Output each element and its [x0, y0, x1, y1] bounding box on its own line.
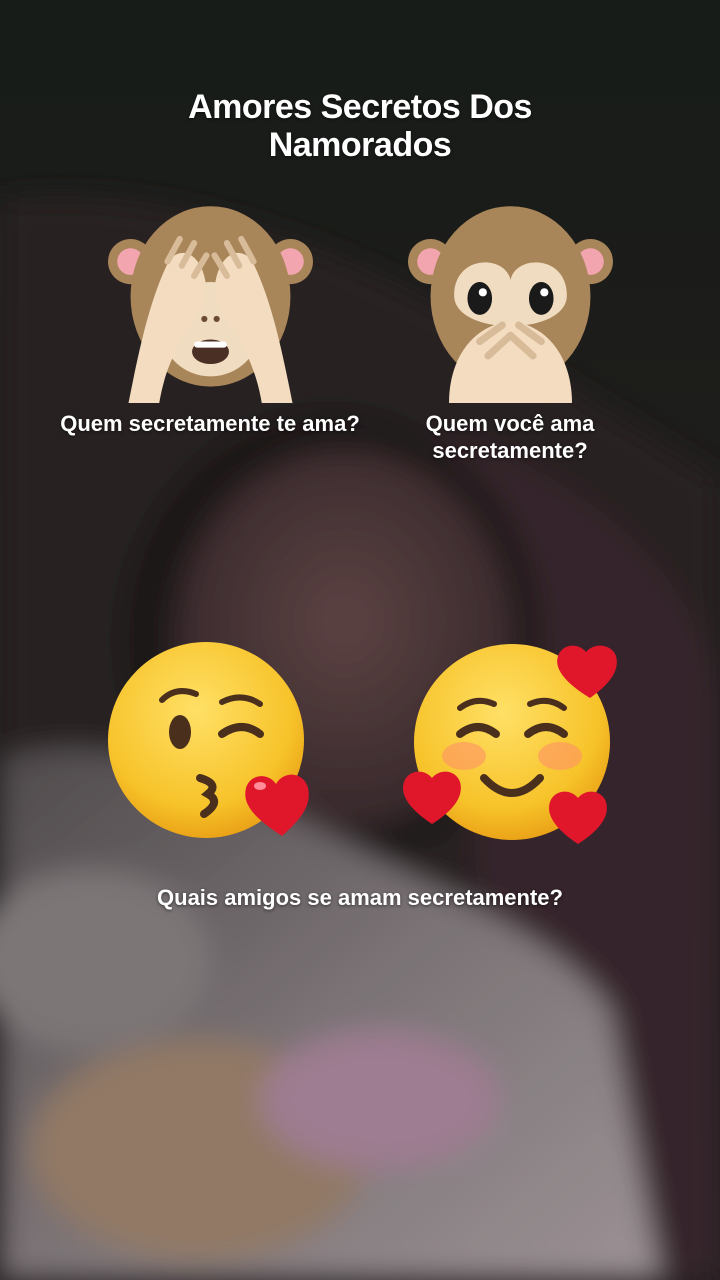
face-blowing-a-kiss-icon: [108, 642, 309, 838]
speak-no-evil-monkey-icon: [408, 206, 613, 403]
question-right-top: Quem você ama secretamente?: [425, 411, 595, 463]
question-left-top: Quem secretamente te ama?: [60, 411, 360, 436]
see-no-evil-monkey-icon: [108, 206, 313, 403]
smiling-face-with-hearts-icon: [403, 644, 617, 844]
question-bottom: Quais amigos se amam secretamente?: [157, 885, 563, 910]
page-title: Amores Secretos Dos Namorados: [188, 88, 532, 164]
